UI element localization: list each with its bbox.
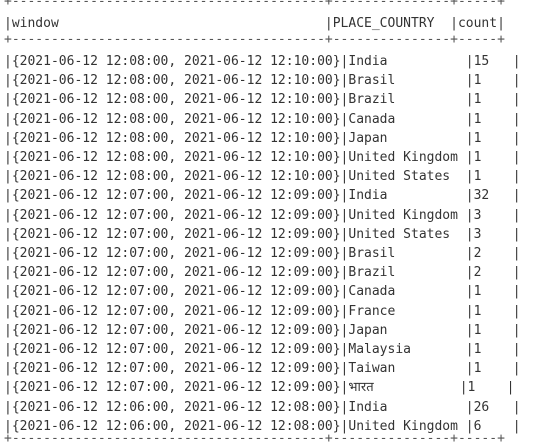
table-row: |{2021-06-12 12:07:00, 2021-06-12 12:09:…: [4, 246, 521, 261]
table-row: |{2021-06-12 12:08:00, 2021-06-12 12:10:…: [4, 73, 521, 89]
table-bottom-border: +---------------------------------------…: [4, 431, 505, 443]
table-row: |{2021-06-12 12:07:00, 2021-06-12 12:09:…: [4, 322, 521, 338]
table-row: |{2021-06-12 12:08:00, 2021-06-12 12:10:…: [4, 130, 521, 146]
table-row: |{2021-06-12 12:07:00, 2021-06-12 12:09:…: [4, 380, 515, 396]
table-row: |{2021-06-12 12:07:00, 2021-06-12 12:09:…: [4, 361, 521, 377]
table-row: |{2021-06-12 12:07:00, 2021-06-12 12:09:…: [4, 265, 521, 281]
table-top-border: +---------------------------------------…: [4, 0, 505, 9]
table-row: |{2021-06-12 12:07:00, 2021-06-12 12:09:…: [4, 207, 521, 223]
table-row: |{2021-06-12 12:08:00, 2021-06-12 12:10:…: [4, 54, 521, 69]
table-header-row: |window |PLACE_COUNTRY |count|: [4, 16, 505, 31]
table-row: |{2021-06-12 12:08:00, 2021-06-12 12:10:…: [4, 111, 521, 127]
table-row: |{2021-06-12 12:07:00, 2021-06-12 12:09:…: [4, 303, 521, 319]
table-row: |{2021-06-12 12:06:00, 2021-06-12 12:08:…: [4, 399, 521, 415]
console-output: +---------------------------------------…: [4, 0, 547, 443]
table-header-border: +---------------------------------------…: [4, 32, 505, 47]
table-row: |{2021-06-12 12:08:00, 2021-06-12 12:10:…: [4, 169, 521, 185]
table-row: |{2021-06-12 12:08:00, 2021-06-12 12:10:…: [4, 92, 521, 108]
table-row: |{2021-06-12 12:08:00, 2021-06-12 12:10:…: [4, 150, 521, 165]
table-row: |{2021-06-12 12:07:00, 2021-06-12 12:09:…: [4, 188, 521, 204]
table-row: |{2021-06-12 12:07:00, 2021-06-12 12:09:…: [4, 342, 521, 357]
table-row: |{2021-06-12 12:07:00, 2021-06-12 12:09:…: [4, 226, 521, 242]
table-row: |{2021-06-12 12:07:00, 2021-06-12 12:09:…: [4, 284, 521, 300]
